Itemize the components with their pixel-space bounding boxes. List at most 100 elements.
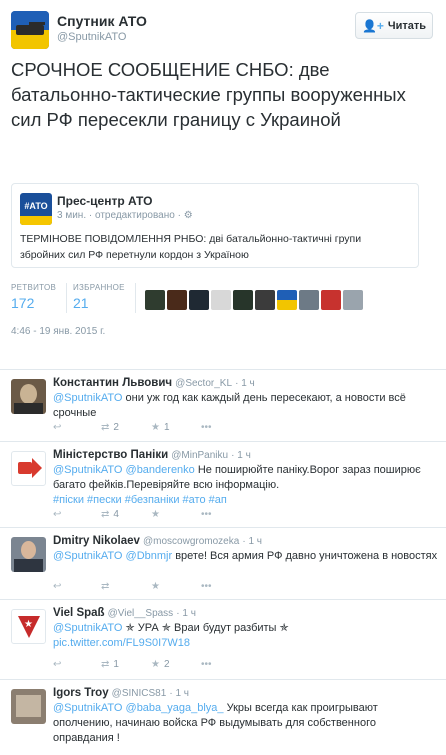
star-icon: ★ xyxy=(151,581,160,592)
reply-time[interactable]: · 1 ч xyxy=(242,536,262,547)
quoted-author-name[interactable]: Прес-центр АТО xyxy=(57,194,152,208)
reply-author-handle[interactable]: @MinPaniku xyxy=(171,450,228,461)
favoriter-avatar[interactable] xyxy=(255,290,275,310)
pic-link[interactable]: pic.twitter.com/FL9S0I7W18 xyxy=(53,637,190,649)
reply-header: Константин Львович @Sector_KL · 1 ч xyxy=(53,377,255,389)
reply-icon[interactable]: ↩ xyxy=(53,422,61,433)
reply-text: @SputnikATO @Dbnmjr врете! Вся армия РФ … xyxy=(53,550,438,562)
reply-avatar[interactable] xyxy=(11,689,46,724)
favoriter-avatar[interactable] xyxy=(321,290,341,310)
mention-link[interactable]: @Dbnmjr xyxy=(122,550,173,562)
follow-button[interactable]: 👤+ Читать xyxy=(355,12,433,39)
favorites-count: 21 xyxy=(73,295,89,311)
favoriter-avatar[interactable] xyxy=(233,290,253,310)
reply-author-name[interactable]: Dmitry Nikolaev xyxy=(53,535,140,547)
reply-avatar[interactable]: ★ xyxy=(11,609,46,644)
reply-avatar[interactable] xyxy=(11,537,46,572)
reply-time[interactable]: · 1 ч xyxy=(231,450,251,461)
retweet-button[interactable]: ⇄ 1 xyxy=(101,659,119,670)
tweet-text: СРОЧНОЕ СООБЩЕНИЕ СНБО: две батальонно-т… xyxy=(11,59,406,130)
mention-link[interactable]: @baba_yaga_blya_ xyxy=(122,702,224,714)
reply-header: Міністерство Паніки @MinPaniku · 1 ч xyxy=(53,449,251,461)
favorite-button[interactable]: ★ xyxy=(151,509,164,520)
reply-item: Igors Troy @SINICS81 · 1 ч @SputnikATO @… xyxy=(0,680,446,755)
mention-link[interactable]: @SputnikATO xyxy=(53,550,122,562)
reply-item: Dmitry Nikolaev @moscowgromozeka · 1 ч @… xyxy=(0,528,446,600)
favorite-button[interactable]: ★ 1 xyxy=(151,422,170,433)
more-icon[interactable]: ••• xyxy=(201,581,212,592)
retweet-button[interactable]: ⇄ 4 xyxy=(101,509,119,520)
retweets-stat[interactable]: РЕТВИТОВ 172 xyxy=(11,283,56,311)
reply-text: @SputnikATO @baba_yaga_blya_ Укры всегда… xyxy=(53,702,378,744)
retweet-icon: ⇄ xyxy=(101,581,110,592)
mention-link[interactable]: @banderenko xyxy=(122,464,195,476)
favoriter-avatar[interactable] xyxy=(189,290,209,310)
favorites-stat[interactable]: ИЗБРАННОЕ 21 xyxy=(73,283,125,311)
favoriter-avatar[interactable] xyxy=(343,290,363,310)
reply-item: Константин Львович @Sector_KL · 1 ч @Spu… xyxy=(0,370,446,442)
reply-avatar[interactable] xyxy=(11,451,46,486)
author-avatar[interactable] xyxy=(11,11,49,49)
follow-button-label: Читать xyxy=(387,19,427,32)
reply-item: Міністерство Паніки @MinPaniku · 1 ч @Sp… xyxy=(0,442,446,528)
mention-link[interactable]: @SputnikATO xyxy=(53,392,122,404)
reply-author-handle[interactable]: @SINICS81 xyxy=(112,688,167,699)
reply-text: @SputnikATO они уж год как каждый день п… xyxy=(53,392,406,419)
favorite-button[interactable]: ★ 2 xyxy=(151,659,170,670)
reply-author-handle[interactable]: @moscowgromozeka xyxy=(143,536,239,547)
reply-author-name[interactable]: Viel Spaß xyxy=(53,607,105,619)
author-handle[interactable]: @SputnikATO xyxy=(57,31,126,43)
retweet-icon: ⇄ xyxy=(101,659,110,670)
reply-time[interactable]: · 1 ч xyxy=(169,688,189,699)
reply-header: Dmitry Nikolaev @moscowgromozeka · 1 ч xyxy=(53,535,262,547)
quoted-tweet[interactable]: #АТО Прес-центр АТО 3 мин. · отредактиро… xyxy=(11,183,419,268)
more-icon[interactable]: ••• xyxy=(201,422,212,433)
quoted-meta: 3 мин. · отредактировано · ⚙ xyxy=(57,210,193,221)
retweet-button[interactable]: ⇄ xyxy=(101,581,113,592)
reply-author-handle[interactable]: @Viel__Spass xyxy=(108,608,174,619)
favoriter-avatar[interactable] xyxy=(299,290,319,310)
reply-header: Igors Troy @SINICS81 · 1 ч xyxy=(53,687,189,699)
reply-time[interactable]: · 1 ч xyxy=(235,378,255,389)
reply-text: @SputnikATO ✯ УРА ✯ Враи будут разбиты ✯… xyxy=(53,622,289,649)
mention-link[interactable]: @SputnikATO xyxy=(53,702,122,714)
star-icon: ★ xyxy=(151,509,160,520)
favoriter-avatar[interactable] xyxy=(145,290,165,310)
quoted-author-avatar[interactable]: #АТО xyxy=(20,193,52,225)
favoriter-avatar[interactable] xyxy=(277,290,297,310)
reply-avatar[interactable] xyxy=(11,379,46,414)
main-tweet: Спутник АТО @SputnikATO 👤+ Читать СРОЧНО… xyxy=(0,0,446,370)
favorite-button[interactable]: ★ xyxy=(151,581,164,592)
reply-text: @SputnikATO @banderenko Не поширюйте пан… xyxy=(53,464,421,506)
hashtags[interactable]: #піски #пески #безпаніки #ато #ап xyxy=(53,494,227,506)
reply-item: ★ Viel Spaß @Viel__Spass · 1 ч @SputnikA… xyxy=(0,600,446,680)
star-icon: ★ xyxy=(151,659,160,670)
retweets-count: 172 xyxy=(11,295,35,311)
reply-time[interactable]: · 1 ч xyxy=(176,608,196,619)
settings-icon: ⚙ xyxy=(183,210,193,221)
reply-icon[interactable]: ↩ xyxy=(53,581,61,592)
favoriter-avatar[interactable] xyxy=(211,290,231,310)
more-icon[interactable]: ••• xyxy=(201,659,212,670)
reply-author-handle[interactable]: @Sector_KL xyxy=(175,378,232,389)
star-icon: ★ xyxy=(151,422,160,433)
favorites-label: ИЗБРАННОЕ xyxy=(73,283,125,292)
tweet-timestamp[interactable]: 4:46 - 19 янв. 2015 г. xyxy=(11,326,105,337)
reply-icon[interactable]: ↩ xyxy=(53,509,61,520)
add-user-icon: 👤+ xyxy=(361,18,384,33)
mention-link[interactable]: @SputnikATO xyxy=(53,622,122,634)
quoted-text: ТЕРМІНОВЕ ПОВІДОМЛЕННЯ РНБО: дві батальй… xyxy=(20,233,362,261)
quoted-avatar-label: #АТО xyxy=(24,201,48,211)
author-name[interactable]: Спутник АТО xyxy=(57,13,147,29)
retweets-label: РЕТВИТОВ xyxy=(11,283,57,292)
more-icon[interactable]: ••• xyxy=(201,509,212,520)
reply-header: Viel Spaß @Viel__Spass · 1 ч xyxy=(53,607,196,619)
reply-icon[interactable]: ↩ xyxy=(53,659,61,670)
reply-author-name[interactable]: Константин Львович xyxy=(53,377,172,389)
favoriter-avatar[interactable] xyxy=(167,290,187,310)
retweet-button[interactable]: ⇄ 2 xyxy=(101,422,119,433)
reply-author-name[interactable]: Міністерство Паніки xyxy=(53,449,168,461)
reply-author-name[interactable]: Igors Troy xyxy=(53,687,109,699)
retweet-icon: ⇄ xyxy=(101,422,110,433)
mention-link[interactable]: @SputnikATO xyxy=(53,464,122,476)
